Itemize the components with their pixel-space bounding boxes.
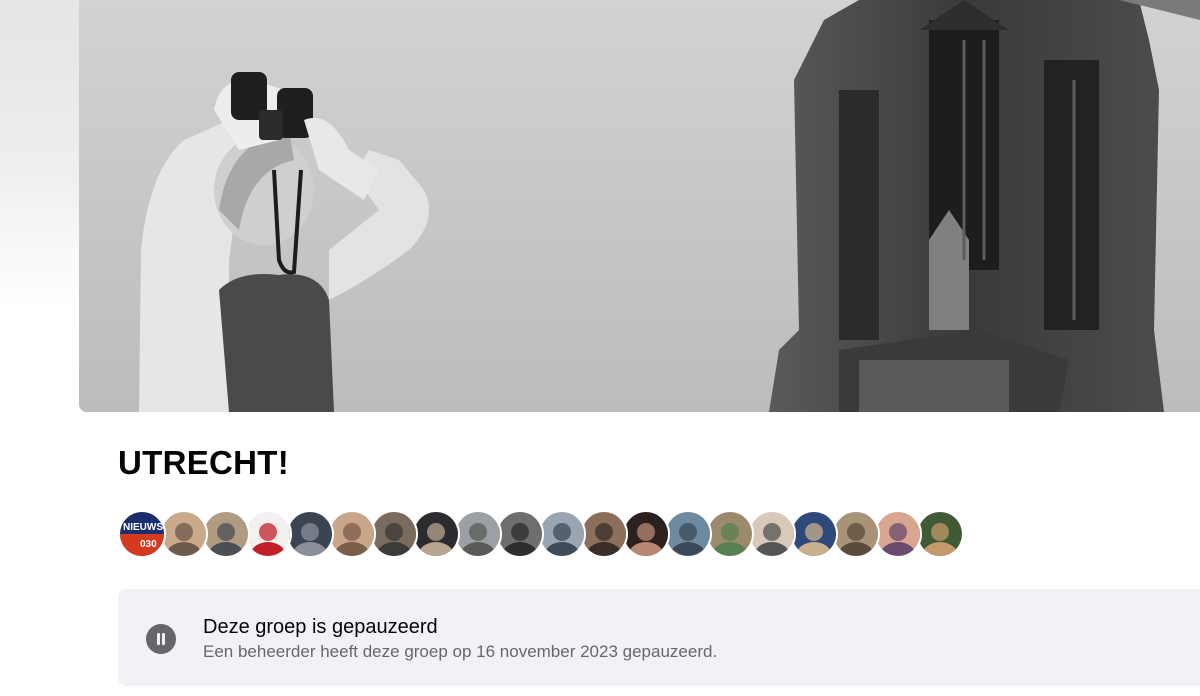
member-avatar[interactable]: [664, 510, 712, 558]
member-avatar[interactable]: [454, 510, 502, 558]
cover-photo-image: [79, 0, 1200, 412]
nieuws-030-avatar[interactable]: NIEUWS 030: [118, 510, 166, 558]
group-title[interactable]: UTRECHT!: [118, 444, 289, 482]
member-avatar[interactable]: [916, 510, 964, 558]
member-avatar[interactable]: [832, 510, 880, 558]
member-avatar[interactable]: [790, 510, 838, 558]
notice-text: Een beheerder heeft deze groep op 16 nov…: [203, 642, 718, 661]
member-avatar[interactable]: [328, 510, 376, 558]
svg-text:NIEUWS: NIEUWS: [123, 522, 163, 533]
member-avatar[interactable]: [244, 510, 292, 558]
page-background: [0, 0, 79, 412]
notice-title: Deze groep is gepauzeerd: [203, 616, 438, 638]
member-avatar[interactable]: [202, 510, 250, 558]
member-avatar[interactable]: [286, 510, 334, 558]
member-avatar[interactable]: [160, 510, 208, 558]
pause-icon: [146, 624, 176, 654]
member-avatar[interactable]: [580, 510, 628, 558]
paused-notice: Deze groep is gepauzeerd Een beheerder h…: [118, 589, 1200, 686]
member-avatar[interactable]: [412, 510, 460, 558]
cover-photo[interactable]: [79, 0, 1200, 412]
member-avatar[interactable]: [496, 510, 544, 558]
dom-tower: [769, 0, 1200, 412]
group-page: UTRECHT! NIEUWS 030 Deze groep is gepauze…: [0, 0, 1200, 696]
member-avatar[interactable]: [706, 510, 754, 558]
member-avatar[interactable]: [748, 510, 796, 558]
svg-text:030: 030: [140, 539, 157, 550]
member-avatar[interactable]: [538, 510, 586, 558]
member-avatars[interactable]: NIEUWS 030: [118, 510, 964, 558]
member-avatar[interactable]: [622, 510, 670, 558]
member-avatar[interactable]: [370, 510, 418, 558]
member-avatar[interactable]: [874, 510, 922, 558]
